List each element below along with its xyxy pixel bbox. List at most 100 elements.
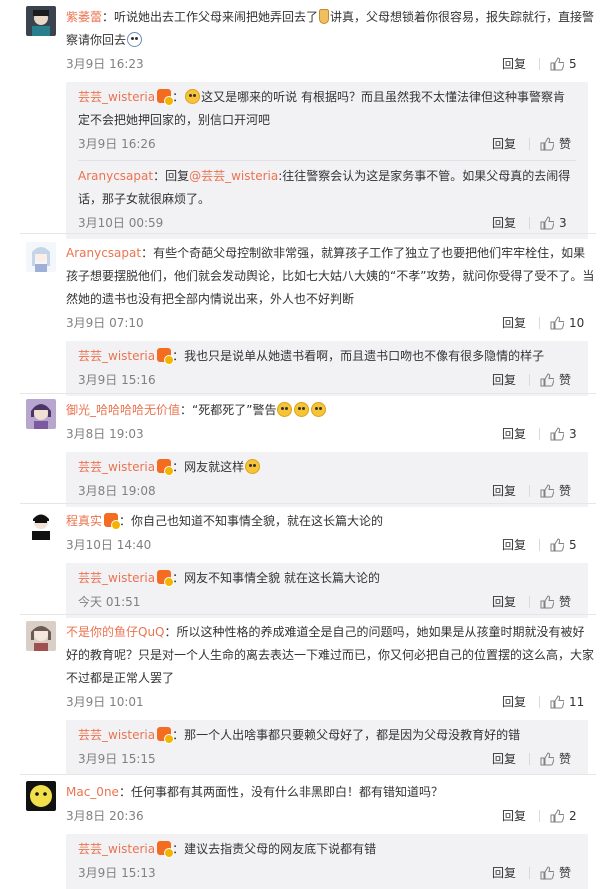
username[interactable]: 芸芸_wisteria	[78, 349, 155, 363]
divider	[529, 138, 530, 150]
reply-button[interactable]: 回复	[502, 422, 526, 446]
avatar[interactable]	[26, 6, 56, 36]
like-button[interactable]: 赞	[540, 747, 586, 771]
reply-button[interactable]: 回复	[492, 211, 516, 235]
reply-button[interactable]: 回复	[502, 52, 526, 76]
like-button[interactable]: 赞	[540, 132, 586, 156]
username[interactable]: 御光_哈哈哈哈无价值	[66, 403, 180, 417]
thumb-up-icon	[540, 595, 554, 609]
like-button[interactable]: 5	[550, 533, 596, 557]
username[interactable]: Aranycsapat	[66, 246, 141, 260]
comment-date: 3月9日 07:10	[66, 316, 144, 330]
username[interactable]: 芸芸_wisteria	[78, 90, 155, 104]
comment-date: 3月9日 16:23	[66, 57, 144, 71]
like-count: 赞	[559, 484, 572, 498]
like-count: 赞	[559, 752, 572, 766]
comment-date: 3月8日 19:03	[66, 427, 144, 441]
reply-meta: 3月9日 16:26 回复 赞	[78, 132, 576, 156]
comment-date: 3月8日 20:36	[66, 809, 144, 823]
reply-button[interactable]: 回复	[492, 479, 516, 503]
username[interactable]: Mac_0ne	[66, 785, 119, 799]
thumb-up-icon	[540, 373, 554, 387]
divider	[20, 614, 596, 615]
like-button[interactable]: 2	[550, 804, 596, 828]
comment-text: 不是你的鱼仔QuQ：所以这种性格的养成难道全是自己的问题吗，她如果是从孩童时期就…	[66, 625, 595, 685]
comment: 程真实 ：你自己也知道不知事情全貌，就在这长篇大论的 3月10日 14:40 回复…	[0, 510, 616, 618]
comment-text: 紫萎蕾：听说她出去工作父母来闹把她弄回去了 讲真，父母想锁着你很容易，报失踪就行，…	[66, 9, 595, 47]
like-button[interactable]: 3	[540, 211, 586, 235]
reply-button[interactable]: 回复	[492, 590, 516, 614]
thumb-up-icon	[550, 809, 564, 823]
avatar[interactable]	[26, 510, 56, 540]
reply-button[interactable]: 回复	[502, 311, 526, 335]
divider	[529, 374, 530, 386]
comment: 御光_哈哈哈哈无价值：“死都死了”警告 3月8日 19:03 回复 3 芸芸_w…	[0, 399, 616, 507]
thumb-up-icon	[550, 316, 564, 330]
reply-date: 3月9日 16:26	[78, 137, 156, 151]
reply-button[interactable]: 回复	[492, 747, 516, 771]
reply-text: 芸芸_wisteria ：建议去指责父母的网友底下说都有错	[78, 841, 377, 858]
divider	[20, 233, 596, 234]
divider	[529, 485, 530, 497]
divider	[539, 58, 540, 70]
username[interactable]: 不是你的鱼仔QuQ	[66, 625, 165, 639]
like-button[interactable]: 赞	[540, 479, 586, 503]
reply-button[interactable]: 回复	[502, 804, 526, 828]
reply-button[interactable]: 回复	[502, 690, 526, 714]
emoji-icon	[185, 89, 201, 104]
reply-date: 3月8日 19:08	[78, 484, 156, 498]
reply-meta: 3月9日 15:15 回复 赞	[78, 747, 576, 771]
reply-button[interactable]: 回复	[492, 132, 516, 156]
avatar[interactable]	[26, 399, 56, 429]
comment: 不是你的鱼仔QuQ：所以这种性格的养成难道全是自己的问题吗，她如果是从孩童时期就…	[0, 621, 616, 775]
like-count: 赞	[559, 595, 572, 609]
username[interactable]: 程真实	[66, 514, 102, 528]
reply-date: 3月9日 15:16	[78, 373, 156, 387]
thumb-up-icon	[540, 216, 554, 230]
thumb-up-icon	[540, 484, 554, 498]
emoji-icon	[245, 459, 261, 474]
reply-thread: 芸芸_wisteria ：网友就这样 3月8日 19:08 回复 赞	[66, 452, 588, 507]
vip-badge-icon	[157, 841, 175, 858]
vip-badge-icon	[157, 727, 175, 744]
like-button[interactable]: 5	[550, 52, 596, 76]
username[interactable]: 芸芸_wisteria	[78, 842, 155, 856]
reply-button[interactable]: 回复	[492, 368, 516, 392]
like-button[interactable]: 赞	[540, 861, 586, 885]
comment-text: 御光_哈哈哈哈无价值：“死都死了”警告	[66, 399, 596, 422]
like-button[interactable]: 赞	[540, 368, 586, 392]
reply-text: Aranycsapat：回复@芸芸_wisteria:往往警察会认为这是家务事不…	[78, 169, 571, 206]
comment: Aranycsapat：有些个奇葩父母控制欲非常强，就算孩子工作了独立了也要把他…	[0, 242, 616, 396]
reply-button[interactable]: 回复	[492, 861, 516, 885]
avatar[interactable]	[26, 621, 56, 651]
comment-text: Aranycsapat：有些个奇葩父母控制欲非常强，就算孩子工作了独立了也要把他…	[66, 246, 595, 306]
like-button[interactable]: 3	[550, 422, 596, 446]
divider	[539, 696, 540, 708]
avatar[interactable]	[26, 242, 56, 272]
reply-button[interactable]: 回复	[502, 533, 526, 557]
thumb-up-icon	[540, 752, 554, 766]
username[interactable]: 芸芸_wisteria	[78, 571, 155, 585]
reply-thread: 芸芸_wisteria ：建议去指责父母的网友底下说都有错 3月9日 15:13 …	[66, 834, 588, 889]
username[interactable]: Aranycsapat	[78, 169, 153, 183]
username[interactable]: 芸芸_wisteria	[78, 728, 155, 742]
like-count: 赞	[559, 866, 572, 880]
like-button[interactable]: 赞	[540, 590, 586, 614]
reply-text: 芸芸_wisteria ：网友就这样	[78, 452, 576, 479]
avatar[interactable]	[26, 781, 56, 811]
divider	[20, 503, 596, 504]
username[interactable]: 紫萎蕾	[66, 10, 102, 24]
like-button[interactable]: 11	[550, 690, 596, 714]
reply-thread: 芸芸_wisteria ：那一个人出啥事都只要赖父母好了，都是因为父母没教育好的错…	[66, 720, 588, 775]
mention-link[interactable]: @芸芸_wisteria	[189, 169, 278, 183]
emoji-icon	[294, 402, 310, 417]
username[interactable]: 芸芸_wisteria	[78, 460, 155, 474]
reply-meta: 3月10日 00:59 回复 3	[78, 211, 576, 235]
thumb-up-icon	[550, 538, 564, 552]
reply-thread: 芸芸_wisteria ：网友不知事情全貌 就在这长篇大论的 今天 01:51 回…	[66, 563, 588, 618]
vip-badge-icon	[157, 570, 175, 587]
like-count: 3	[569, 427, 577, 441]
like-button[interactable]: 10	[550, 311, 596, 335]
comment-date: 3月10日 14:40	[66, 538, 152, 552]
reply-thread: 芸芸_wisteria ：我也只是说单从她遗书看啊，而且遗书口吻也不像有很多隐情的…	[66, 341, 588, 396]
